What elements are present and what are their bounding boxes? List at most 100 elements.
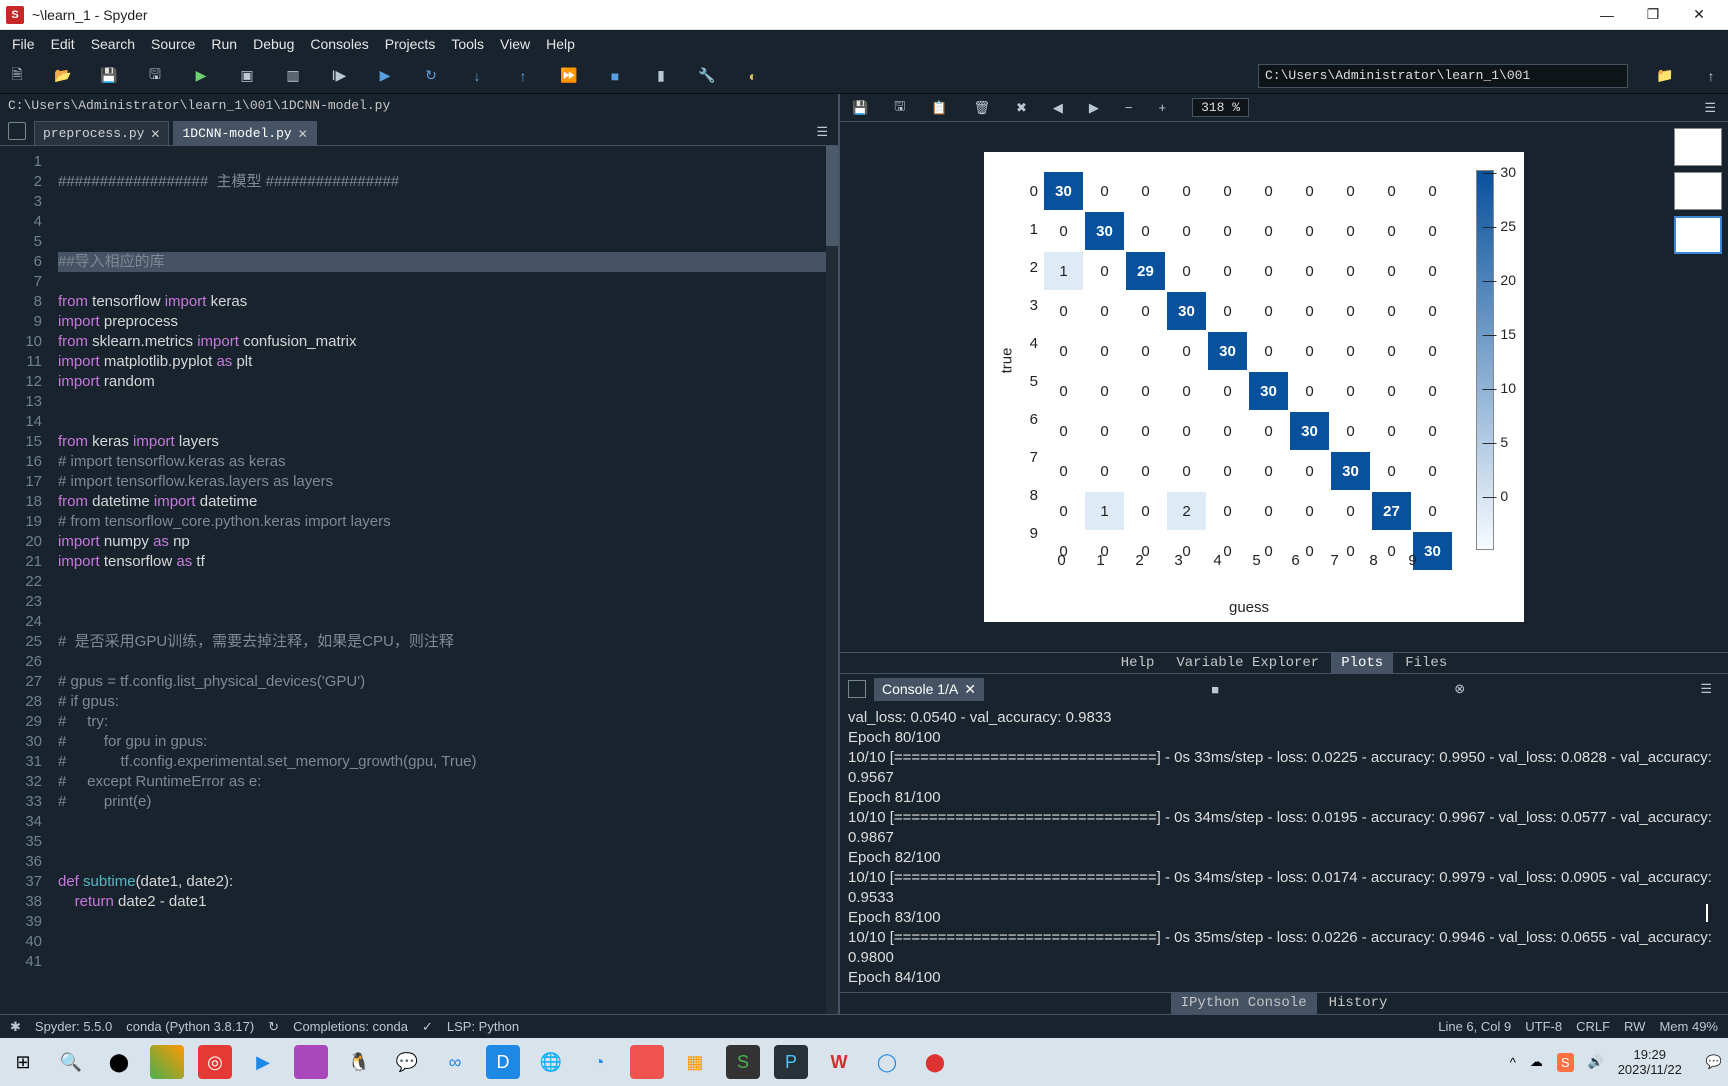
taskbar-app-17[interactable]: ⬤ [918,1045,952,1079]
start-button[interactable]: ⊞ [6,1045,40,1079]
taskbar-app-14[interactable]: P [774,1045,808,1079]
close-icon[interactable]: ✕ [150,127,160,141]
tray-speaker-icon[interactable]: 🔊 [1588,1054,1604,1070]
code-editor[interactable]: 1234567891011121314151617181920212223242… [0,146,838,1014]
new-file-icon[interactable]: 🗎 [8,67,26,85]
pane-tab-plots[interactable]: Plots [1331,653,1393,673]
taskbar-app-11[interactable] [630,1045,664,1079]
taskbar-app-4[interactable] [294,1045,328,1079]
taskbar-app-15[interactable]: W [822,1045,856,1079]
editor-tab[interactable]: preprocess.py ✕ [34,121,169,145]
taskbar-app-3[interactable]: ▶ [246,1045,280,1079]
debug-into-icon[interactable]: ↓ [468,67,486,85]
taskbar-app-1[interactable] [150,1045,184,1079]
menu-debug[interactable]: Debug [245,32,302,56]
debug-out-icon[interactable]: ↑ [514,67,532,85]
editor-tab[interactable]: 1DCNN-model.py ✕ [173,121,316,145]
taskbar-app-13[interactable]: S [726,1045,760,1079]
debug-step-icon[interactable]: ↻ [422,67,440,85]
zoom-in-icon[interactable]: + [1158,100,1166,115]
console-options-icon[interactable]: ☰ [1692,681,1720,697]
save-plot-icon[interactable]: 💾 [852,100,868,116]
menu-consoles[interactable]: Consoles [302,32,376,56]
taskbar-app-8[interactable]: D [486,1045,520,1079]
taskbar-app-12[interactable]: ▦ [678,1045,712,1079]
save-all-icon[interactable]: 🖫 [146,67,164,85]
menu-edit[interactable]: Edit [43,32,83,56]
taskbar-app-2[interactable]: ◎ [198,1045,232,1079]
tab-menu-icon[interactable]: ☰ [816,124,828,140]
menu-projects[interactable]: Projects [377,32,444,56]
taskbar-app-9[interactable]: 🌐 [534,1045,568,1079]
browse-dir-icon[interactable]: 📁 [1656,67,1674,85]
menu-help[interactable]: Help [538,32,583,56]
python-path-icon[interactable]: ◐ [744,67,762,85]
taskbar-app-6[interactable]: 💬 [390,1045,424,1079]
plot-thumb-3[interactable] [1674,216,1722,254]
tray-ime-icon[interactable]: S [1557,1053,1574,1072]
tray-notification-icon[interactable]: 💬 [1706,1054,1722,1070]
maximize-pane-icon[interactable]: ▮ [652,67,670,85]
close-icon[interactable]: ✕ [964,681,976,698]
console-browse-icon[interactable] [848,680,866,698]
file-browser-icon[interactable] [8,122,26,140]
debug-stop-icon[interactable]: ■ [606,67,624,85]
ipython-console[interactable]: val_loss: 0.0540 - val_accuracy: 0.9833 … [840,704,1728,992]
debug-icon[interactable]: ▶ [376,67,394,85]
menu-view[interactable]: View [492,32,538,56]
minimize-button[interactable]: — [1584,0,1630,30]
status-conda[interactable]: conda (Python 3.8.17) [126,1019,254,1034]
console-tab-history[interactable]: History [1319,993,1398,1014]
run-selection-icon[interactable]: I▶ [330,67,348,85]
editor-scrollbar[interactable] [826,146,838,1014]
menu-source[interactable]: Source [143,32,203,56]
taskbar-app-7[interactable]: ∞ [438,1045,472,1079]
open-file-icon[interactable]: 📂 [54,67,72,85]
pane-tab-variable-explorer[interactable]: Variable Explorer [1166,653,1329,673]
plot-thumb-1[interactable] [1674,128,1722,166]
save-all-plots-icon[interactable]: 🖫 [894,97,905,119]
close-icon[interactable]: ✕ [298,127,308,141]
delete-plot-icon[interactable]: 🗑 [973,100,990,116]
copy-plot-icon[interactable]: 📋 [931,100,947,116]
status-refresh-icon[interactable]: ↻ [268,1019,279,1035]
working-dir-input[interactable]: C:\Users\Administrator\learn_1\001 [1258,64,1628,88]
menu-search[interactable]: Search [83,32,143,56]
menu-tools[interactable]: Tools [443,32,492,56]
close-button[interactable]: ✕ [1676,0,1722,30]
run-cell-advance-icon[interactable]: ▥ [284,67,302,85]
tray-up-icon[interactable]: ^ [1510,1055,1516,1070]
taskbar-app-5[interactable]: 🐧 [342,1045,376,1079]
console-tab-ipython-console[interactable]: IPython Console [1171,993,1317,1014]
preferences-icon[interactable]: 🔧 [698,67,716,85]
menu-run[interactable]: Run [203,32,245,56]
save-icon[interactable]: 💾 [100,67,118,85]
pane-tab-help[interactable]: Help [1111,653,1165,673]
delete-all-plots-icon[interactable]: ✖ [1016,100,1027,116]
parent-dir-icon[interactable]: ↑ [1702,67,1720,85]
console-tab[interactable]: Console 1/A✕ [874,678,984,701]
search-button[interactable]: 🔍 [54,1045,88,1079]
code-area[interactable]: ################## 主模型 ################ … [50,146,838,1014]
taskbar-app-16[interactable]: ◯ [870,1045,904,1079]
next-plot-icon[interactable]: ▶ [1089,100,1099,116]
task-rec-icon[interactable]: ⬤ [102,1045,136,1079]
taskbar-clock[interactable]: 19:292023/11/22 [1618,1047,1692,1077]
plot-xticks: 0123456789 [1042,552,1432,569]
menu-file[interactable]: File [4,32,43,56]
prev-plot-icon[interactable]: ◀ [1053,100,1063,116]
debug-continue-icon[interactable]: ⏩ [560,67,578,85]
interrupt-kernel-icon[interactable]: ⊗ [1446,681,1473,697]
pane-tab-files[interactable]: Files [1395,653,1457,673]
maximize-button[interactable]: ❐ [1630,0,1676,30]
status-rw: RW [1624,1019,1645,1034]
plot-thumb-2[interactable] [1674,172,1722,210]
taskbar-app-10[interactable]: ◔ [582,1045,616,1079]
zoom-out-icon[interactable]: − [1125,100,1133,115]
stop-kernel-icon[interactable]: ■ [1203,682,1227,697]
run-cell-icon[interactable]: ▣ [238,67,256,85]
plots-options-icon[interactable]: ☰ [1704,100,1716,116]
editor-pane: C:\Users\Administrator\learn_1\001\1DCNN… [0,94,840,1014]
tray-cloud-icon[interactable]: ☁ [1530,1054,1543,1070]
run-icon[interactable]: ▶ [192,67,210,85]
